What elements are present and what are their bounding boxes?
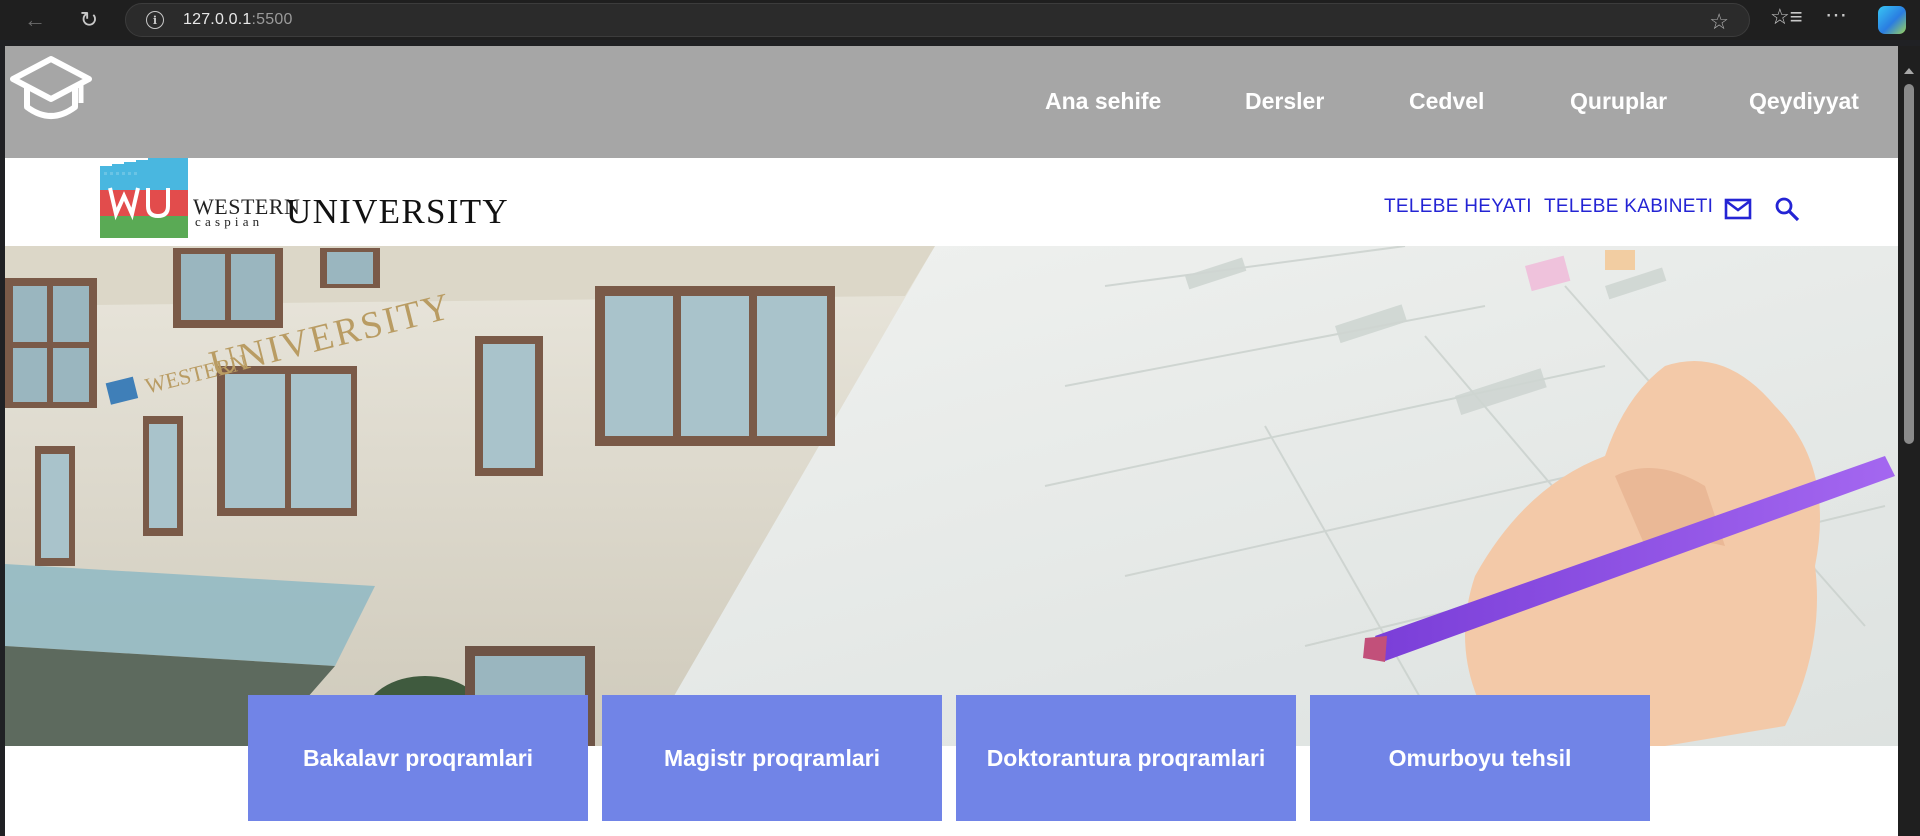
url-port: :5500 [251,11,293,28]
mail-icon[interactable] [1724,198,1752,220]
hero-image: WESTERN UNIVERSITY [5,246,1898,746]
web-page: Ana sehife Dersler Cedvel Quruplar Qeydi… [5,46,1898,836]
star-icon[interactable]: ☆ [1709,9,1729,35]
graduation-cap-icon[interactable] [9,53,93,125]
info-icon[interactable]: i [146,11,164,29]
program-card-doktorantura[interactable]: Doktorantura proqramlari [956,695,1296,821]
nav-link-dersler[interactable]: Dersler [1245,88,1324,115]
page-scrollbar[interactable] [1898,46,1920,836]
search-icon[interactable] [1774,196,1800,222]
university-logo-mark[interactable] [100,158,188,238]
program-card-magistr[interactable]: Magistr proqramlari [602,695,942,821]
nav-link-ana-sehife[interactable]: Ana sehife [1045,88,1161,115]
link-telebe-heyati[interactable]: TELEBE HEYATI [1384,196,1532,218]
link-telebe-kabineti[interactable]: TELEBE KABINETI [1544,196,1713,218]
nav-link-cedvel[interactable]: Cedvel [1409,88,1484,115]
url-host: 127.0.0.1 [183,11,252,28]
program-card-omurboyu[interactable]: Omurboyu tehsil [1310,695,1650,821]
more-icon[interactable]: ⋯ [1825,2,1848,28]
reload-icon[interactable]: ↻ [72,3,106,37]
url-text[interactable]: 127.0.0.1:5500 [183,11,293,29]
address-bar[interactable]: i 127.0.0.1:5500 ☆ [125,3,1750,37]
nav-link-quruplar[interactable]: Quruplar [1570,88,1667,115]
hero-banner: WESTERN UNIVERSITY [5,246,1898,746]
scroll-up-arrow-icon[interactable] [1904,68,1914,74]
nav-link-qeydiyyat[interactable]: Qeydiyyat [1749,88,1859,115]
logo-text-university: UNIVERSITY [286,192,509,231]
header-strip: WESTERN caspian UNIVERSITY TELEBE HEYATI… [5,158,1898,246]
program-card-bakalavr[interactable]: Bakalavr proqramlari [248,695,588,821]
top-navbar: Ana sehife Dersler Cedvel Quruplar Qeydi… [5,46,1898,158]
browser-toolbar: ← ↻ i 127.0.0.1:5500 ☆ ☆≡ ⋯ [0,0,1920,40]
logo-text-caspian: caspian [195,214,264,229]
copilot-icon[interactable] [1878,6,1906,34]
favorites-icon[interactable]: ☆≡ [1770,4,1803,30]
scroll-thumb[interactable] [1904,84,1914,444]
back-arrow-icon[interactable]: ← [18,3,52,37]
